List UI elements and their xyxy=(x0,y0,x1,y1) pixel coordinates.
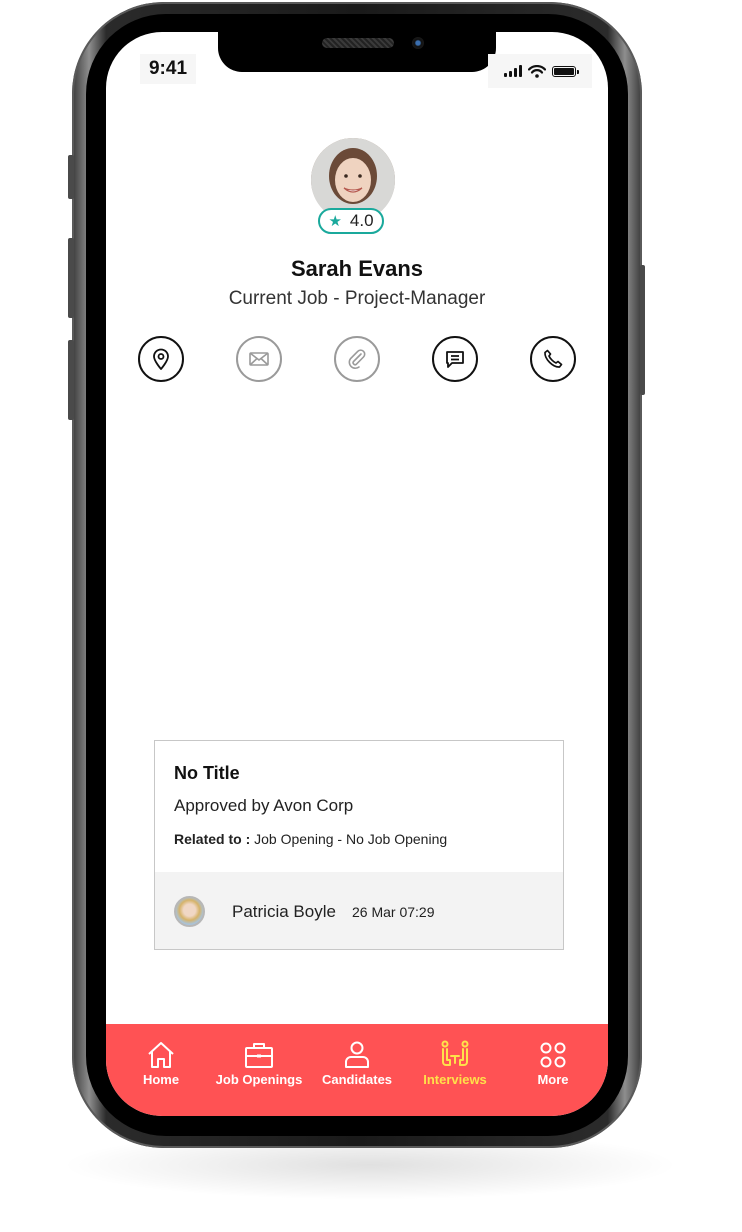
email-button[interactable] xyxy=(236,336,282,382)
interview-card[interactable]: No Title Approved by Avon Corp Related t… xyxy=(154,740,564,950)
location-button[interactable] xyxy=(138,336,184,382)
chat-icon xyxy=(446,351,464,368)
interviewer-name: Patricia Boyle xyxy=(232,902,336,921)
speaker-grille xyxy=(322,38,394,48)
front-camera xyxy=(412,37,424,49)
rating-value: 4.0 xyxy=(349,211,374,230)
call-button[interactable] xyxy=(530,336,576,382)
tab-label: Interviews xyxy=(423,1072,487,1087)
candidate-name: Sarah Evans xyxy=(290,256,424,281)
tab-candidates[interactable]: Candidates xyxy=(308,1024,406,1116)
interview-datetime: 26 Mar 07:29 xyxy=(352,904,435,920)
interview-title: No Title xyxy=(174,763,240,783)
power-button xyxy=(640,265,645,395)
wifi-icon xyxy=(528,64,546,78)
interview-related-to: Related to : Job Opening - No Job Openin… xyxy=(174,831,447,847)
interview-approved-by: Approved by Avon Corp xyxy=(174,796,354,815)
person-icon xyxy=(345,1041,369,1068)
attachment-button[interactable] xyxy=(334,336,380,382)
tab-label: Candidates xyxy=(321,1072,393,1087)
candidate-current-job: Current Job - Project-Manager xyxy=(228,288,486,309)
related-to-value: Job Opening - No Job Opening xyxy=(254,831,448,847)
paperclip-icon xyxy=(348,349,366,370)
battery-icon xyxy=(552,65,579,77)
tab-interviews[interactable]: Interviews xyxy=(406,1024,504,1116)
tab-home[interactable]: Home xyxy=(112,1024,210,1116)
mail-icon xyxy=(249,352,269,366)
cellular-signal-icon xyxy=(504,65,522,77)
tab-job-openings[interactable]: Job Openings xyxy=(210,1024,308,1116)
interviews-icon xyxy=(441,1040,469,1066)
phone-icon xyxy=(544,349,563,368)
more-grid-icon xyxy=(540,1042,566,1068)
message-button[interactable] xyxy=(432,336,478,382)
contact-actions xyxy=(138,336,576,382)
tab-label: Home xyxy=(142,1072,180,1087)
notch xyxy=(218,32,496,72)
interview-card-footer: Patricia Boyle 26 Mar 07:29 xyxy=(155,872,563,949)
interviewer-avatar xyxy=(174,896,205,927)
app-screen: 9:41 ★ 4.0 Sarah Evans Current Job - Pro… xyxy=(106,32,608,1116)
star-icon: ★ xyxy=(328,212,342,230)
tab-more[interactable]: More xyxy=(504,1024,602,1116)
status-icons xyxy=(488,54,592,88)
volume-up-button xyxy=(68,238,74,318)
mute-switch xyxy=(68,155,74,199)
status-time: 9:41 xyxy=(140,54,196,84)
home-icon xyxy=(148,1042,174,1068)
location-pin-icon xyxy=(153,348,169,370)
related-to-label: Related to : xyxy=(174,831,251,847)
rating-badge: ★ 4.0 xyxy=(318,208,384,234)
tab-label: More xyxy=(537,1072,569,1087)
bottom-tab-bar: Home Job Openings Candidates Interviews … xyxy=(106,1024,608,1116)
tab-label: Job Openings xyxy=(215,1072,303,1087)
volume-down-button xyxy=(68,340,74,420)
briefcase-icon xyxy=(245,1043,273,1068)
